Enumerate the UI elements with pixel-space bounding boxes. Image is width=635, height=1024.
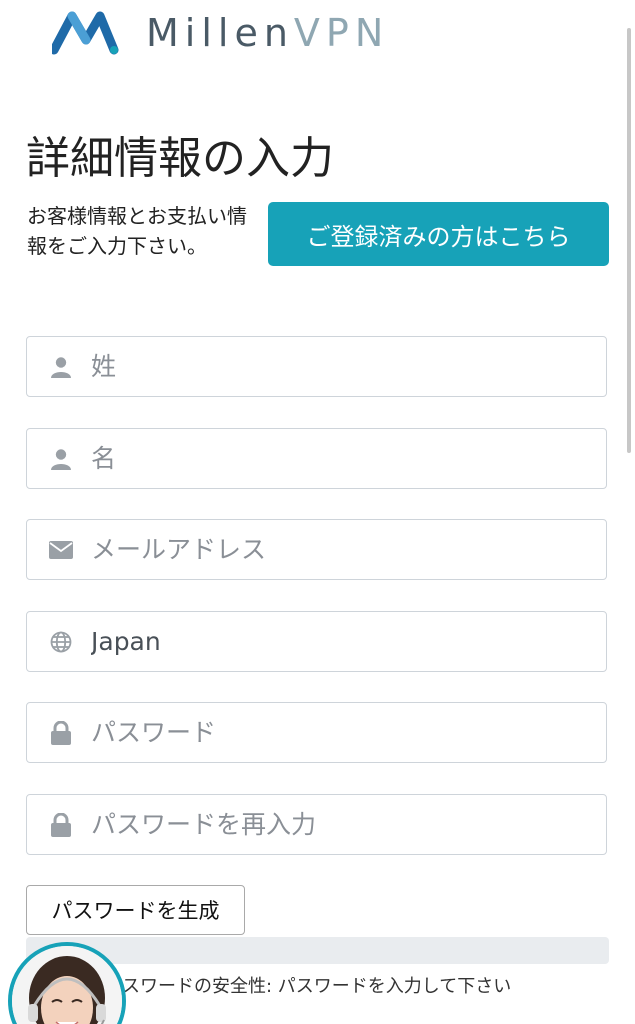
password-input[interactable]: [91, 718, 571, 747]
logo-text: MillenVPN: [146, 10, 389, 56]
password-strength-bar: [26, 937, 609, 964]
password-strength-text: スワードの安全性: パスワードを入力して下さい: [122, 976, 512, 997]
last-name-input[interactable]: [91, 352, 571, 381]
existing-user-login-button[interactable]: ご登録済みの方はこちら: [268, 202, 609, 266]
lock-icon: [49, 720, 73, 745]
lock-icon: [49, 812, 73, 837]
password-field[interactable]: [26, 702, 607, 763]
last-name-field[interactable]: [26, 336, 607, 397]
generate-password-button[interactable]: パスワードを生成: [26, 885, 245, 935]
password-confirm-input[interactable]: [91, 810, 571, 839]
support-agent-avatar-icon: [12, 946, 122, 1024]
logo-text-main: Millen: [146, 11, 294, 55]
envelope-icon: [49, 538, 73, 562]
millen-logo-icon: [52, 11, 119, 55]
first-name-input[interactable]: [91, 444, 571, 473]
first-name-field[interactable]: [26, 428, 607, 489]
email-input[interactable]: [91, 535, 571, 564]
user-icon: [49, 355, 73, 379]
logo-text-accent: VPN: [293, 11, 390, 55]
email-field[interactable]: [26, 519, 607, 580]
user-icon: [49, 447, 73, 471]
country-field[interactable]: [26, 611, 607, 672]
password-confirm-field[interactable]: [26, 794, 607, 855]
globe-icon: [49, 630, 73, 654]
scrollbar[interactable]: [627, 28, 631, 453]
logo[interactable]: MillenVPN: [52, 10, 389, 56]
intro-text: お客様情報とお支払い情報をご入力下さい。: [27, 204, 247, 258]
page: MillenVPN 詳細情報の入力 お客様情報とお支払い情報をご入力下さい。 ご…: [0, 0, 635, 1024]
country-input[interactable]: [91, 627, 571, 656]
page-title: 詳細情報の入力: [26, 133, 334, 184]
